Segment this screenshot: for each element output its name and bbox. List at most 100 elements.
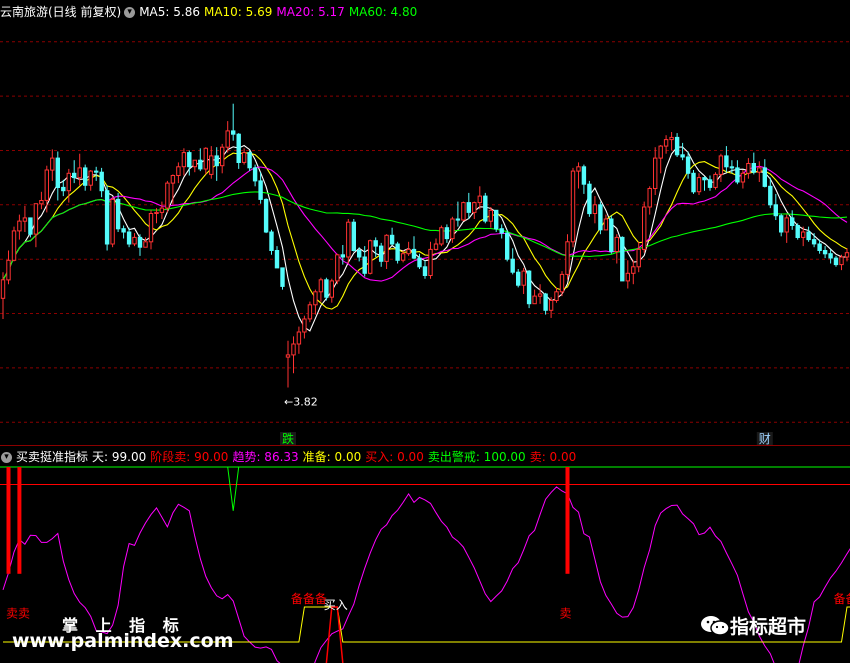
candle[interactable] (570, 167, 576, 248)
candle[interactable] (707, 175, 713, 191)
candle[interactable] (329, 278, 335, 303)
candle[interactable] (521, 267, 526, 294)
candle[interactable] (614, 234, 619, 264)
candle[interactable] (526, 270, 532, 309)
candle[interactable] (55, 151, 60, 201)
candle[interactable] (94, 166, 99, 181)
candle[interactable] (39, 191, 44, 210)
candle[interactable] (631, 260, 636, 285)
candle[interactable] (187, 150, 192, 176)
candle[interactable] (592, 196, 598, 224)
candle[interactable] (696, 173, 702, 195)
candle[interactable] (822, 246, 828, 259)
candle[interactable] (126, 227, 132, 248)
candle[interactable] (247, 150, 252, 172)
candle[interactable] (439, 225, 444, 247)
candle[interactable] (537, 284, 543, 304)
candle[interactable] (274, 246, 280, 269)
candle[interactable] (192, 159, 198, 173)
candle[interactable] (110, 197, 115, 248)
candle[interactable] (806, 226, 811, 242)
candle[interactable] (680, 142, 685, 161)
candle[interactable] (285, 340, 291, 388)
candle[interactable] (203, 147, 209, 175)
candle[interactable] (379, 242, 384, 267)
candle[interactable] (779, 213, 784, 237)
candle[interactable] (433, 238, 439, 251)
candle[interactable] (450, 216, 455, 243)
candle[interactable] (165, 180, 170, 213)
candlesticks[interactable] (0, 103, 850, 388)
candle[interactable] (444, 224, 450, 243)
candle[interactable] (50, 149, 55, 181)
candle[interactable] (115, 192, 121, 232)
candle[interactable] (121, 225, 126, 239)
candle[interactable] (713, 172, 718, 190)
candle[interactable] (477, 186, 483, 210)
candle[interactable] (28, 217, 33, 238)
candle[interactable] (395, 241, 400, 264)
candle[interactable] (389, 227, 395, 245)
candle[interactable] (72, 160, 77, 184)
candle[interactable] (33, 203, 39, 248)
candle[interactable] (296, 326, 302, 354)
candle[interactable] (307, 301, 313, 323)
candle[interactable] (828, 249, 833, 264)
candle[interactable] (368, 239, 373, 275)
candle[interactable] (104, 185, 110, 251)
candle[interactable] (351, 219, 357, 252)
candle[interactable] (384, 234, 389, 269)
candle[interactable] (220, 143, 225, 174)
candle[interactable] (143, 237, 148, 248)
candle[interactable] (318, 277, 324, 302)
candle[interactable] (0, 272, 6, 319)
candle[interactable] (148, 210, 154, 250)
candle[interactable] (510, 248, 515, 275)
candle[interactable] (88, 170, 93, 191)
candle[interactable] (176, 162, 181, 184)
candle[interactable] (598, 201, 603, 235)
candle[interactable] (302, 315, 307, 339)
candle[interactable] (269, 229, 274, 255)
candle[interactable] (472, 201, 477, 219)
candle[interactable] (252, 164, 258, 187)
candle[interactable] (324, 277, 329, 301)
candle[interactable] (6, 250, 11, 285)
candle[interactable] (625, 260, 630, 289)
candle[interactable] (620, 236, 625, 282)
candle[interactable] (691, 170, 696, 194)
candle[interactable] (746, 158, 751, 179)
candle[interactable] (674, 133, 680, 157)
candle[interactable] (132, 233, 137, 247)
candle[interactable] (505, 229, 510, 262)
candle[interactable] (263, 198, 269, 234)
candle[interactable] (11, 226, 17, 262)
candle[interactable] (422, 260, 428, 279)
candle[interactable] (483, 192, 488, 224)
candle[interactable] (280, 267, 285, 290)
candle[interactable] (647, 186, 652, 215)
candle[interactable] (581, 164, 587, 194)
candle[interactable] (548, 297, 554, 318)
chevron-down-icon[interactable]: ▾ (124, 7, 136, 18)
candle[interactable] (642, 201, 647, 253)
candle[interactable] (658, 145, 663, 174)
candle[interactable] (839, 254, 844, 271)
candle[interactable] (225, 121, 230, 153)
candle[interactable] (137, 234, 143, 256)
candle[interactable] (181, 148, 187, 176)
candle[interactable] (603, 214, 609, 231)
candle[interactable] (653, 147, 658, 195)
candle[interactable] (346, 219, 351, 264)
candle[interactable] (488, 207, 494, 228)
candle[interactable] (77, 153, 82, 186)
stock-chart-canvas[interactable]: ←3.82 跌财 卖卖卖备备备买入备备备 (0, 0, 850, 663)
candle[interactable] (231, 103, 236, 141)
candle[interactable] (833, 255, 839, 267)
candle[interactable] (702, 176, 707, 191)
candle[interactable] (22, 205, 28, 232)
candle[interactable] (17, 214, 22, 240)
candle[interactable] (757, 161, 762, 182)
candle[interactable] (790, 210, 795, 230)
candle[interactable] (516, 269, 521, 288)
